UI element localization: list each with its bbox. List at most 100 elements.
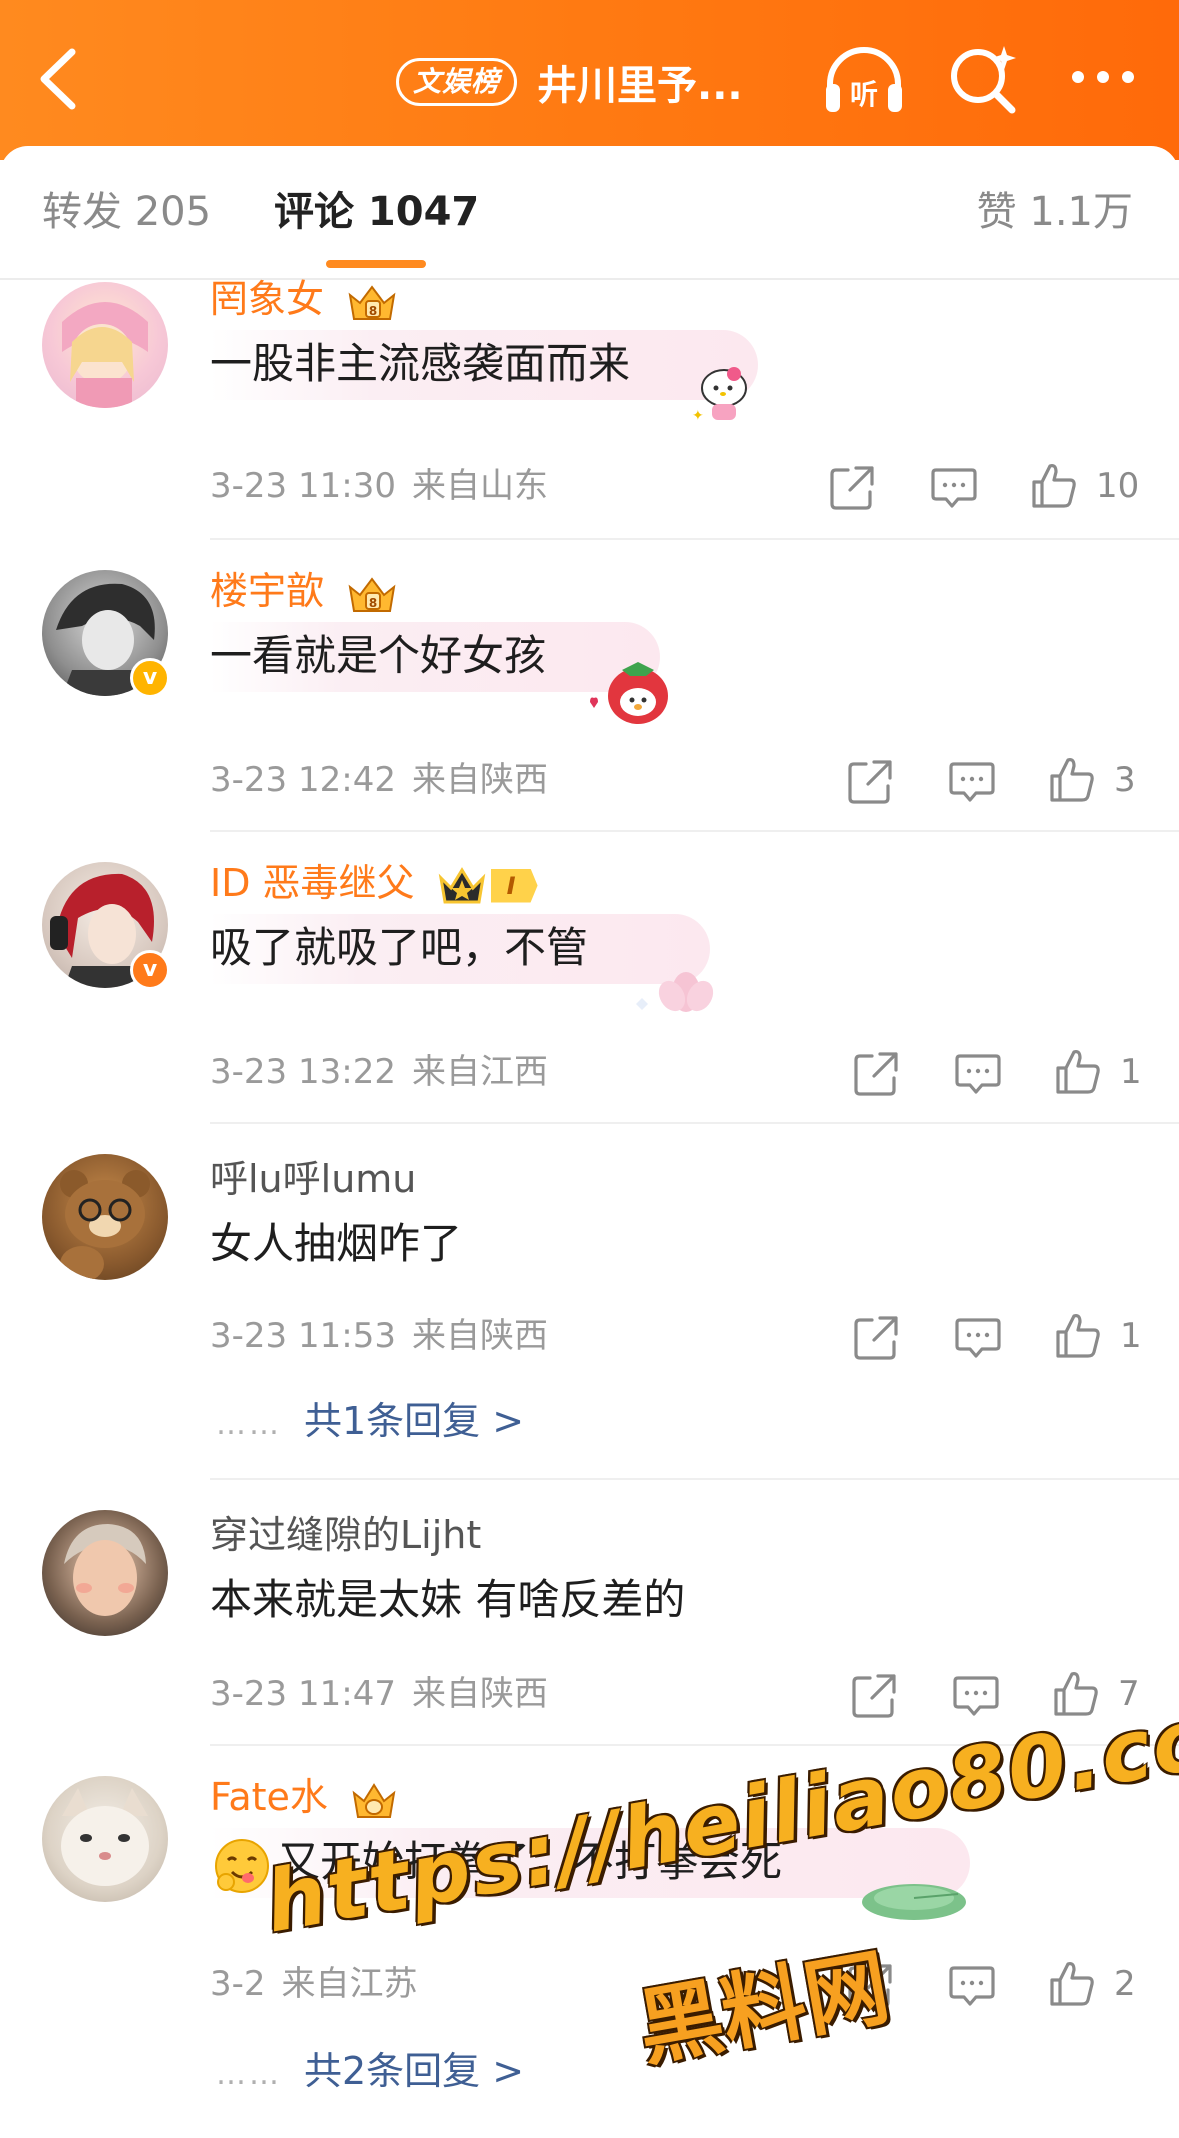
comment-meta: 3-2 来自江苏 [210, 1964, 418, 2004]
comment-time: 3-2 [210, 1964, 266, 2004]
share-icon[interactable] [852, 1050, 900, 1098]
share-icon[interactable] [852, 1314, 900, 1362]
tab-comment[interactable]: 评论 1047 [274, 188, 479, 236]
divider [210, 1122, 1179, 1124]
comment-text: 一看就是个好女孩 [210, 631, 547, 680]
comment-location: 来自江西 [411, 1052, 548, 1092]
comment-time: 3-23 11:30 [210, 466, 396, 506]
search-sparkle-icon [951, 46, 1016, 114]
comment-item: 穿过缝隙的Lijht 本来就是太妹 有啥反差的 3-23 11:47 来自陕西 7 [0, 1510, 1179, 1744]
tab-like[interactable]: 赞 1.1万 [977, 188, 1133, 236]
strawberry-sticker-icon [590, 662, 668, 724]
lily-pad-sticker-icon [862, 1884, 966, 1920]
page-title: 井川里予... [537, 63, 743, 109]
active-tab-indicator [326, 260, 426, 268]
comment-time: 3-23 11:53 [210, 1316, 396, 1356]
username[interactable]: Fate水 [210, 1774, 398, 1821]
vip-crown-icon: 8 [348, 576, 396, 612]
avatar[interactable] [42, 1154, 168, 1280]
comment-time: 3-23 13:22 [210, 1052, 396, 1092]
vip-crown-icon [352, 1782, 396, 1818]
like-icon[interactable] [1030, 462, 1078, 510]
share-icon[interactable] [850, 1672, 898, 1720]
comment-item: v ID 恶毒继父 I 吸了就吸了吧，不管 3-23 13:22 来自江西 1 [0, 860, 1179, 1124]
rank-badge: 文娱榜 [396, 58, 518, 106]
like-count: 1 [1120, 1316, 1142, 1356]
listen-label: 听 [850, 78, 878, 111]
comment-item: 罔象女 8 一股非主流感袭面而来 ✦ 3-23 11:30 来自山东 10 [0, 276, 1179, 540]
tab-bar: 转发 205 评论 1047 赞 1.1万 [0, 146, 1179, 280]
divider [210, 830, 1179, 832]
headphones-icon: 听 [826, 47, 902, 112]
like-count: 2 [1114, 1964, 1136, 2004]
username[interactable]: 楼宇歆 8 [210, 568, 398, 615]
avatar[interactable] [42, 1776, 168, 1902]
vip-crown-icon: 8 [348, 284, 396, 320]
svg-text:8: 8 [369, 304, 377, 318]
like-icon[interactable] [1048, 756, 1096, 804]
view-replies-link[interactable]: …… 共1条回复 > [216, 1398, 524, 1448]
comment-text: 吸了就吸了吧，不管 [210, 923, 589, 972]
like-count: 1 [1120, 1052, 1142, 1092]
avatar-image [62, 302, 148, 408]
comment-icon[interactable] [948, 758, 996, 806]
tab-forward[interactable]: 转发 205 [42, 188, 211, 236]
like-count: 10 [1096, 466, 1140, 506]
avatar[interactable] [42, 1510, 168, 1636]
avatar-image [61, 1788, 149, 1886]
avatar-image [64, 1524, 146, 1616]
comment-time: 3-23 11:47 [210, 1674, 396, 1714]
comment-location: 来自陕西 [411, 1316, 548, 1356]
like-count: 3 [1114, 760, 1136, 800]
avatar[interactable] [42, 282, 168, 408]
divider [210, 1478, 1179, 1480]
lotus-sticker-icon [636, 972, 714, 1012]
more-dots-icon [1072, 71, 1134, 83]
like-icon[interactable] [1048, 1960, 1096, 2008]
share-icon[interactable] [828, 464, 876, 512]
verified-badge: v [130, 658, 170, 698]
comment-icon[interactable] [954, 1050, 1002, 1098]
comment-meta: 3-23 11:53 来自陕西 [210, 1316, 548, 1356]
more-button[interactable] [1068, 66, 1138, 88]
comment-meta: 3-23 13:22 来自江西 [210, 1052, 548, 1092]
view-replies-link[interactable]: …… 共2条回复 > [216, 2048, 524, 2098]
comment-item: v 楼宇歆 8 一看就是个好女孩 3-23 12:42 来自陕西 3 [0, 568, 1179, 832]
like-icon[interactable] [1054, 1048, 1102, 1096]
like-icon[interactable] [1054, 1312, 1102, 1360]
vip-crown-icon [438, 866, 485, 903]
kitty-sticker-icon: ✦ [692, 367, 747, 424]
username[interactable]: ID 恶毒继父 I [210, 860, 538, 906]
svg-text:✦: ✦ [692, 408, 704, 424]
comment-location: 来自陕西 [411, 1674, 548, 1714]
username[interactable]: 呼lu呼lumu [210, 1156, 416, 1202]
username[interactable]: 穿过缝隙的Lijht [210, 1512, 481, 1558]
comment-meta: 3-23 11:30 来自山东 [210, 466, 548, 506]
reply-dots: …… [216, 1407, 282, 1442]
svg-text:8: 8 [369, 596, 377, 610]
comment-text: 女人抽烟咋了 [210, 1219, 463, 1268]
reply-dots: …… [216, 2057, 282, 2092]
comment-meta: 3-23 12:42 来自陕西 [210, 760, 548, 800]
top-bar: 文娱榜 井川里予... 听 [0, 0, 1179, 160]
comment-meta: 3-23 11:47 来自陕西 [210, 1674, 548, 1714]
share-icon[interactable] [846, 758, 894, 806]
verified-badge: v [130, 950, 170, 990]
listen-button[interactable]: 听 [822, 44, 906, 116]
comment-location: 来自陕西 [411, 760, 548, 800]
search-button[interactable] [948, 42, 1020, 114]
comment-icon[interactable] [954, 1314, 1002, 1362]
comment-location: 来自江苏 [281, 1964, 418, 2004]
chevron-left-icon [40, 48, 76, 110]
back-button[interactable] [34, 46, 84, 112]
comment-text: 一股非主流感袭面而来 [210, 339, 631, 388]
comment-icon[interactable] [952, 1672, 1000, 1720]
divider [210, 538, 1179, 540]
level-tag: I [490, 868, 538, 903]
comment-icon[interactable] [930, 464, 978, 512]
comment-icon[interactable] [948, 1962, 996, 2010]
title-area[interactable]: 文娱榜 井川里予... [396, 52, 743, 112]
comment-item: 呼lu呼lumu 女人抽烟咋了 3-23 11:53 来自陕西 1 …… 共1条回复… [0, 1154, 1179, 1478]
username[interactable]: 罔象女 8 [210, 276, 398, 323]
comment-text: 本来就是太妹 有啥反差的 [210, 1575, 686, 1624]
